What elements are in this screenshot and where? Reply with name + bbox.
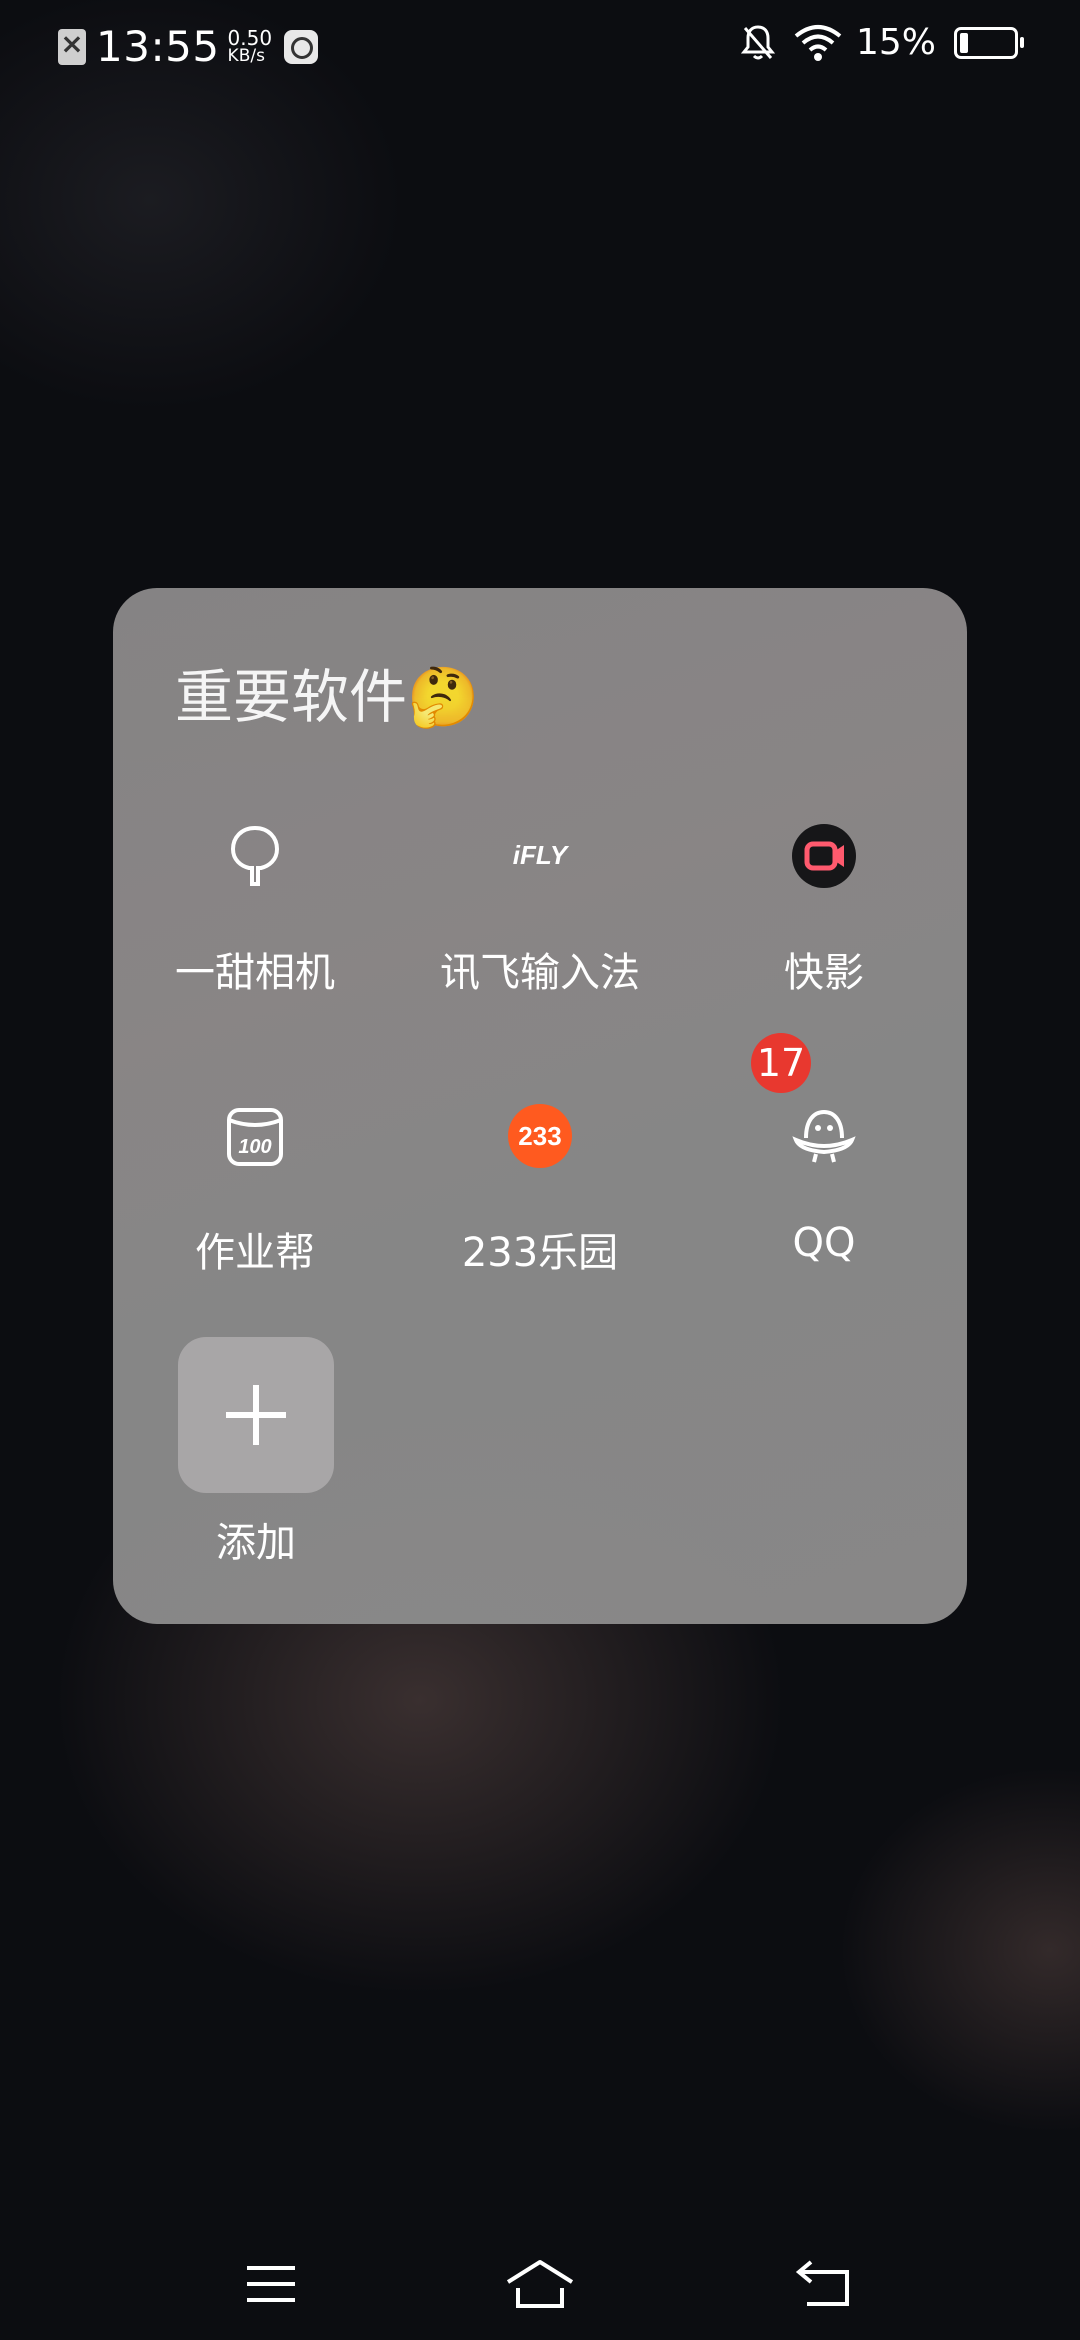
app-yitian-camera[interactable]: 一甜相机 (115, 820, 395, 1020)
app-label: 快影 (784, 950, 864, 996)
kuaiying-icon (792, 824, 856, 888)
app-label: 讯飞输入法 (440, 950, 640, 996)
net-speed: 0.50 KB/s (227, 25, 273, 66)
battery-percent: 15% (855, 22, 936, 63)
net-speed-unit: KB/s (227, 45, 265, 66)
add-app-label: 添加 (216, 1520, 296, 1566)
battery-level-fill (960, 32, 968, 53)
ifly-icon: iFLY (513, 840, 570, 870)
zuoyebang-icon: 100 (227, 1108, 283, 1166)
plus-icon (226, 1385, 286, 1445)
app-kuaiying[interactable]: 快影 (684, 820, 964, 1020)
app-qq[interactable]: QQ (684, 1100, 964, 1300)
app-label: 233乐园 (461, 1230, 619, 1276)
app-notification-icon (284, 29, 319, 64)
qq-icon (792, 1109, 856, 1163)
app-label: QQ (792, 1220, 856, 1266)
status-time: 13:55 (96, 22, 220, 71)
app-ifly-input[interactable]: iFLY 讯飞输入法 (400, 820, 680, 1020)
silent-bell-icon (740, 24, 776, 59)
svg-text:233: 233 (518, 1121, 561, 1151)
back-icon[interactable] (775, 2248, 871, 2320)
folder-title[interactable]: 重要软件🤔 (175, 650, 479, 734)
add-app-button[interactable] (178, 1337, 334, 1493)
menu-icon[interactable] (223, 2248, 319, 2320)
app-zuoyebang[interactable]: 100 作业帮 (115, 1100, 395, 1300)
yitian-camera-icon (230, 825, 280, 886)
app-label: 一甜相机 (175, 950, 335, 996)
net-speed-value: 0.50 (227, 25, 273, 50)
battery-icon (954, 26, 1024, 59)
home-icon[interactable] (492, 2248, 588, 2320)
svg-text:100: 100 (238, 1136, 271, 1158)
status-bar: 13:55 0.50 KB/s 15% (0, 0, 1080, 84)
navigation-bar (0, 2240, 1080, 2340)
svg-text:iFLY: iFLY (513, 840, 570, 870)
wifi-icon (794, 24, 842, 61)
233-leyuan-icon: 233 (508, 1104, 572, 1168)
notification-badge: 17 (751, 1033, 811, 1093)
no-sim-icon (58, 27, 86, 65)
app-233-leyuan[interactable]: 233 233乐园 (400, 1100, 680, 1300)
app-label: 作业帮 (195, 1230, 315, 1276)
